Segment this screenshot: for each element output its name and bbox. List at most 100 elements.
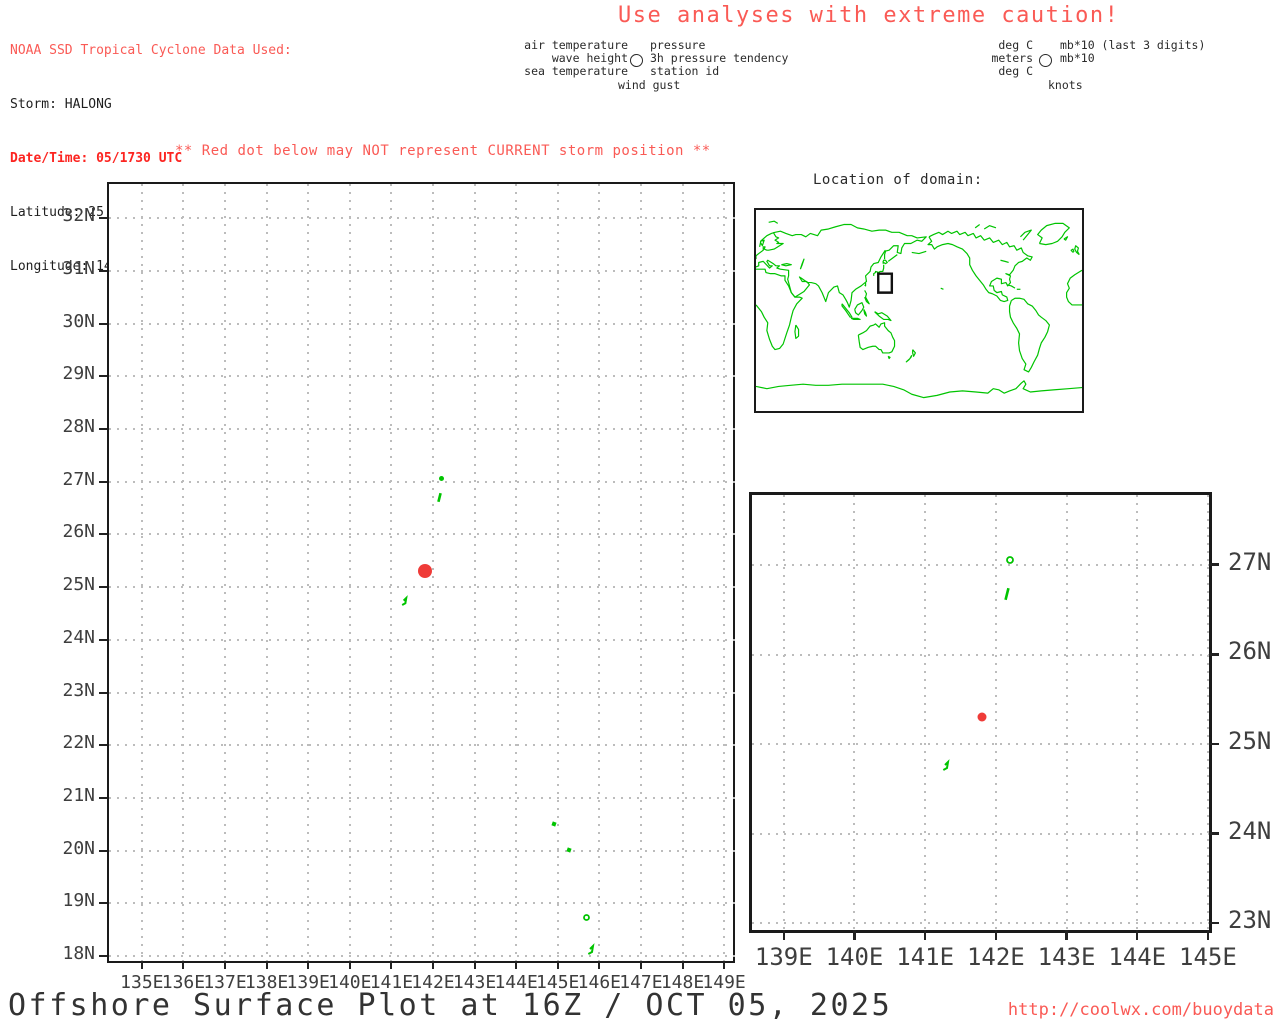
plot-title: Offshore Surface Plot at 16Z / OCT 05, 2… — [8, 988, 893, 1023]
x-tick-label: 140E — [825, 943, 884, 971]
x-axis-tick — [1065, 930, 1068, 940]
domain-map-title: Location of domain: — [813, 172, 983, 188]
y-tick-label: 29N — [62, 363, 95, 385]
y-tick-label: 24N — [62, 626, 95, 648]
y-tick-label: 21N — [62, 784, 95, 806]
y-axis-tick — [99, 744, 107, 747]
coastline-path — [1071, 249, 1074, 252]
horizontal-gridline — [109, 375, 737, 378]
y-tick-label: 26N — [62, 521, 95, 543]
island-coastline-fragment — [551, 821, 557, 827]
horizontal-gridline — [109, 428, 737, 431]
y-tick-label: 26N — [1228, 637, 1272, 666]
y-axis-tick — [99, 638, 107, 641]
horizontal-gridline — [752, 653, 1215, 656]
y-axis-tick — [99, 428, 107, 431]
y-tick-label: 20N — [62, 837, 95, 859]
vertical-gridline — [681, 184, 684, 965]
coastline-path — [984, 226, 996, 229]
coastline-path — [851, 318, 860, 319]
y-axis-tick — [99, 322, 107, 325]
coastline-path — [769, 221, 778, 223]
y-tick-label: 24N — [1228, 816, 1272, 845]
horizontal-gridline — [752, 832, 1215, 835]
x-axis-tick — [598, 961, 601, 969]
y-tick-label: 28N — [62, 416, 95, 438]
y-axis-tick — [99, 269, 107, 272]
vertical-gridline — [390, 184, 393, 965]
x-tick-label: 141E — [896, 943, 955, 971]
horizontal-gridline — [109, 849, 737, 852]
coastline-path — [1064, 237, 1068, 240]
horizontal-gridline — [109, 902, 737, 905]
horizontal-gridline — [109, 480, 737, 483]
coastline-path — [1007, 285, 1015, 288]
island-coastline-fragment — [587, 942, 595, 955]
legend-label: deg C — [998, 64, 1033, 78]
coastline-path — [795, 325, 799, 338]
island-coastline-fragment — [438, 476, 444, 482]
x-axis-tick — [723, 961, 726, 969]
coastline-path — [858, 323, 894, 353]
coastline-path — [883, 260, 888, 263]
y-axis-tick — [1209, 563, 1219, 566]
vertical-gridline — [224, 184, 227, 965]
x-axis-tick — [265, 961, 268, 969]
source-url-link[interactable]: http://coolwx.com/buoydata — [1008, 1000, 1274, 1020]
station-circle-icon — [630, 54, 643, 67]
zoom-domain-plot: 139E 140E 141E 142E 143E 144E 145E 23N 24N 25N 26N… — [749, 492, 1271, 971]
coastline-path — [1038, 223, 1070, 244]
x-axis-tick — [348, 961, 351, 969]
y-tick-label: 19N — [62, 890, 95, 912]
coastline-path — [800, 259, 804, 269]
y-tick-label: 22N — [62, 732, 95, 754]
vertical-gridline — [473, 184, 476, 965]
y-axis-tick — [99, 955, 107, 958]
vertical-gridline — [1206, 495, 1209, 936]
coastline-path — [888, 255, 897, 262]
x-axis-tick — [556, 961, 559, 969]
x-axis-tick — [390, 961, 393, 969]
coastline-path — [756, 225, 926, 308]
storm-position-warning: ** Red dot below may NOT represent CURRE… — [175, 143, 711, 159]
y-axis-tick — [99, 586, 107, 589]
y-tick-label: 23N — [62, 679, 95, 701]
island-coastline-fragment — [943, 758, 950, 771]
coastline-path — [1067, 270, 1082, 305]
x-axis-tick — [994, 930, 998, 940]
vertical-gridline — [431, 184, 434, 965]
coastline-path — [781, 264, 791, 266]
x-axis-tick — [923, 930, 927, 940]
coastline-path — [875, 312, 891, 321]
x-axis-tick — [853, 930, 856, 940]
coastline-path — [842, 304, 852, 317]
x-tick-label: 145E — [1179, 943, 1237, 971]
y-axis-tick — [99, 375, 107, 378]
y-axis-tick — [99, 533, 107, 536]
legend-label: mb*10 — [1060, 51, 1095, 65]
x-axis-tick — [1135, 930, 1139, 940]
vertical-gridline — [853, 495, 856, 936]
vertical-gridline — [723, 184, 726, 965]
y-axis-tick — [1209, 921, 1219, 925]
station-legend: air temperature pressure wave height 3h pr… — [500, 39, 788, 92]
vertical-gridline — [265, 184, 268, 965]
domain-box — [878, 274, 892, 293]
island-coastline-fragment — [583, 913, 590, 921]
island-coastline-fragment — [437, 492, 442, 503]
y-axis-tick — [99, 849, 107, 852]
y-tick-label: 25N — [62, 574, 95, 596]
y-tick-label: 18N — [62, 943, 95, 965]
vertical-gridline — [515, 184, 518, 965]
vertical-gridline — [782, 495, 785, 936]
coastline-path — [1010, 298, 1050, 372]
y-tick-label: 27N — [1228, 547, 1272, 576]
x-tick-label: 143E — [1037, 943, 1096, 971]
vertical-gridline — [639, 184, 642, 965]
coastline-path — [756, 381, 1082, 398]
station-circle-icon — [1039, 54, 1052, 67]
horizontal-gridline — [109, 796, 737, 799]
buoy-plot-page: NOAA SSD Tropical Cyclone Data Used: Sto… — [0, 0, 1280, 1024]
coastline-path — [941, 288, 944, 289]
legend-label: knots — [1048, 78, 1083, 92]
